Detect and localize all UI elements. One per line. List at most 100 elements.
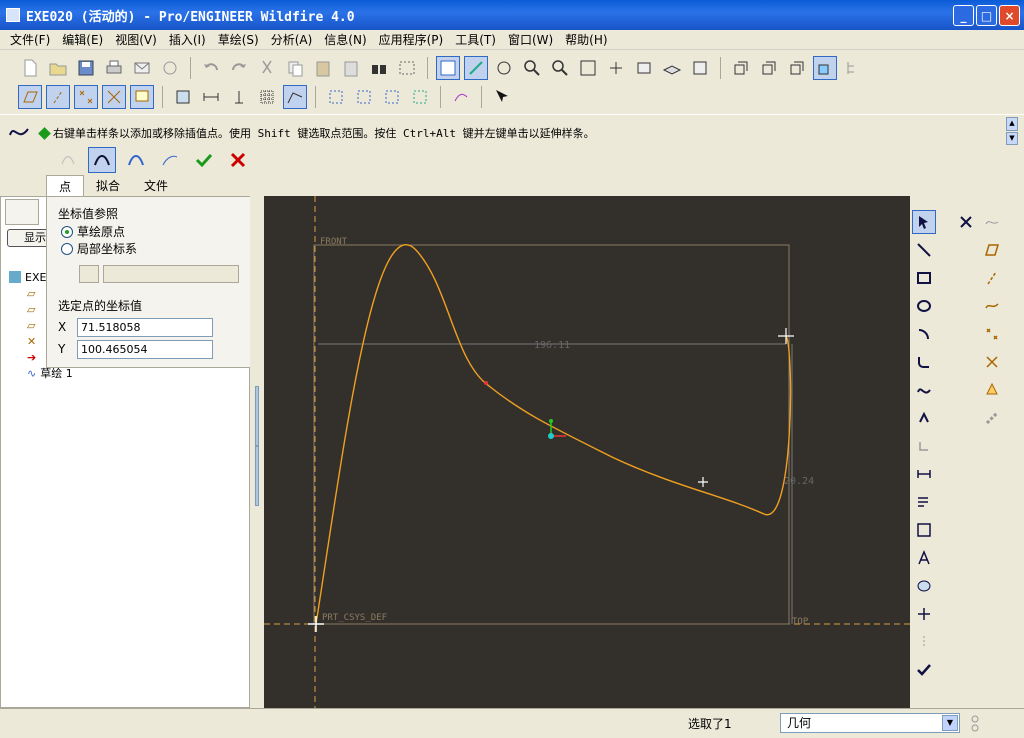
overlap-icon[interactable] xyxy=(352,85,376,109)
point-tool-icon[interactable] xyxy=(912,406,936,430)
datum-point-icon[interactable] xyxy=(980,322,1004,346)
radio-sketch-origin[interactable]: 草绘原点 xyxy=(61,223,125,240)
minimize-button[interactable]: _ xyxy=(953,5,974,26)
datum-curve-icon[interactable] xyxy=(980,210,1004,234)
fillet-tool-icon[interactable] xyxy=(912,350,936,374)
sketch-orient-icon[interactable] xyxy=(171,85,195,109)
spin-center-icon[interactable] xyxy=(464,56,488,80)
text-tool-icon[interactable] xyxy=(912,546,936,570)
cancel-x-icon[interactable] xyxy=(224,147,252,173)
mirror-tool-icon[interactable] xyxy=(912,630,936,654)
filter-dropdown[interactable]: 几何 ▼ xyxy=(780,713,960,733)
undo-icon[interactable] xyxy=(199,56,223,80)
message-scroll[interactable]: ▲ ▼ xyxy=(1006,117,1018,145)
quit-x-icon[interactable] xyxy=(954,210,978,234)
arc-tool-icon[interactable] xyxy=(912,322,936,346)
circle-tool-icon[interactable] xyxy=(912,294,936,318)
select-arrow-icon[interactable] xyxy=(912,210,936,234)
tab-points[interactable]: 点 xyxy=(46,175,85,197)
vertex-display-icon[interactable] xyxy=(283,85,307,109)
radio-local-csys[interactable]: 局部坐标系 xyxy=(61,240,137,257)
no-hidden-icon[interactable] xyxy=(785,56,809,80)
y-coordinate-input[interactable]: 100.465054 xyxy=(77,340,213,359)
email-icon[interactable] xyxy=(130,56,154,80)
menu-view[interactable]: 视图(V) xyxy=(109,31,163,48)
done-checkmark-icon[interactable] xyxy=(912,658,936,682)
model-tree-icon[interactable] xyxy=(841,56,865,80)
paste-icon[interactable] xyxy=(311,56,335,80)
open-icon[interactable] xyxy=(46,56,70,80)
rectangle-tool-icon[interactable] xyxy=(912,266,936,290)
feature-req-icon[interactable] xyxy=(408,85,432,109)
constraint-display-icon[interactable] xyxy=(227,85,251,109)
datum-curve-sketch-icon[interactable] xyxy=(980,294,1004,318)
csys-collector[interactable] xyxy=(103,265,239,283)
selection-box-icon[interactable] xyxy=(395,56,419,80)
menu-edit[interactable]: 编辑(E) xyxy=(56,31,109,48)
modify-tool-icon[interactable] xyxy=(912,490,936,514)
orient-mode-icon[interactable] xyxy=(492,56,516,80)
datum-plane-icon[interactable] xyxy=(980,238,1004,262)
shading-icon[interactable] xyxy=(813,56,837,80)
menu-sketch[interactable]: 草绘(S) xyxy=(212,31,265,48)
trim-tool-icon[interactable] xyxy=(912,602,936,626)
dim-vertical[interactable]: 20.24 xyxy=(784,476,814,487)
select-csys-button[interactable] xyxy=(79,265,99,283)
axis-display-icon[interactable] xyxy=(46,85,70,109)
dim-display-icon[interactable] xyxy=(199,85,223,109)
reorient-icon[interactable] xyxy=(604,56,628,80)
menu-analysis[interactable]: 分析(A) xyxy=(265,31,319,48)
curvature-analysis-icon[interactable] xyxy=(156,147,184,173)
palette-tool-icon[interactable] xyxy=(912,574,936,598)
polygon-tool-icon[interactable] xyxy=(88,147,116,173)
context-help-icon[interactable] xyxy=(490,85,514,109)
spline-point-mid[interactable] xyxy=(698,477,708,487)
plane-display-icon[interactable] xyxy=(18,85,42,109)
menu-applications[interactable]: 应用程序(P) xyxy=(373,31,450,48)
menu-help[interactable]: 帮助(H) xyxy=(559,31,613,48)
constraints-tool-icon[interactable] xyxy=(912,518,936,542)
tab-file[interactable]: 文件 xyxy=(132,175,180,197)
shade-closed-icon[interactable] xyxy=(324,85,348,109)
zoom-in-icon[interactable] xyxy=(520,56,544,80)
tab-model-tree[interactable] xyxy=(5,199,39,225)
dim-horizontal[interactable]: 196.11 xyxy=(534,340,570,351)
spline-point-red[interactable] xyxy=(484,381,488,385)
refit-icon[interactable] xyxy=(576,56,600,80)
cut-icon[interactable] xyxy=(255,56,279,80)
chevron-down-icon[interactable]: ▼ xyxy=(942,715,958,731)
line-tool-icon[interactable] xyxy=(912,238,936,262)
point-display-icon[interactable] xyxy=(74,85,98,109)
spline-point-end[interactable] xyxy=(778,328,794,344)
saved-views-icon[interactable] xyxy=(632,56,656,80)
repaint-icon[interactable] xyxy=(436,56,460,80)
paste-special-icon[interactable] xyxy=(339,56,363,80)
print-icon[interactable] xyxy=(102,56,126,80)
wireframe-icon[interactable] xyxy=(729,56,753,80)
find-icon[interactable] xyxy=(367,56,391,80)
x-coordinate-input[interactable]: 71.518058 xyxy=(77,318,213,337)
zoom-out-icon[interactable] xyxy=(548,56,572,80)
menu-tools[interactable]: 工具(T) xyxy=(449,31,502,48)
apply-checkmark-icon[interactable] xyxy=(190,147,218,173)
point-tool-icon[interactable] xyxy=(54,147,82,173)
datum-csys-icon[interactable] xyxy=(980,350,1004,374)
csys-display-icon[interactable] xyxy=(102,85,126,109)
show-button[interactable]: 显示 xyxy=(7,229,51,247)
grid-display-icon[interactable] xyxy=(255,85,279,109)
save-icon[interactable] xyxy=(74,56,98,80)
menu-file[interactable]: 文件(F) xyxy=(4,31,56,48)
menu-window[interactable]: 窗口(W) xyxy=(502,31,559,48)
view-manager-icon[interactable] xyxy=(688,56,712,80)
attach-icon[interactable] xyxy=(158,56,182,80)
panel-splitter[interactable] xyxy=(250,196,264,708)
open-ends-icon[interactable] xyxy=(380,85,404,109)
splitter-handle[interactable] xyxy=(255,446,259,506)
menu-info[interactable]: 信息(N) xyxy=(318,31,372,48)
reference-entity-icon[interactable] xyxy=(912,434,936,458)
tab-fit[interactable]: 拟合 xyxy=(84,175,132,197)
close-button[interactable]: × xyxy=(999,5,1020,26)
analysis-feature-icon[interactable] xyxy=(980,378,1004,402)
redo-icon[interactable] xyxy=(227,56,251,80)
spline-tool-icon[interactable] xyxy=(912,378,936,402)
